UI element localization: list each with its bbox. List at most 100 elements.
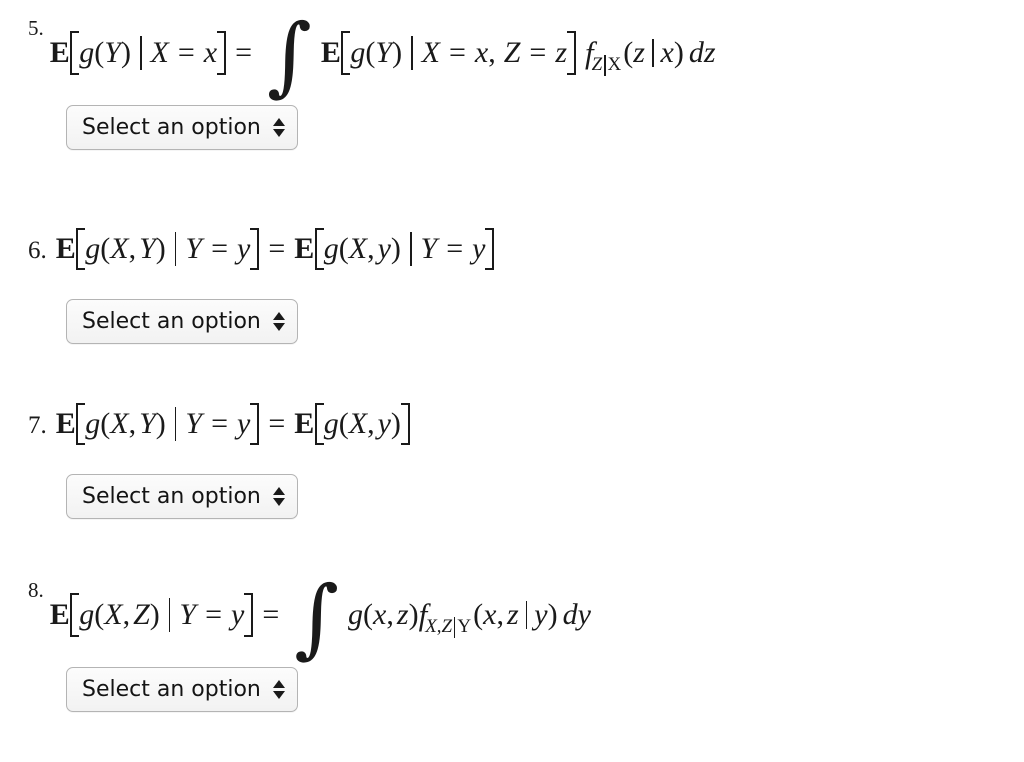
paren-open: (	[100, 407, 111, 440]
equals-sign-2: =	[446, 232, 464, 265]
equals-sign-3: =	[529, 35, 547, 69]
question-item-6: 6. E g ( X , Y ) Y = y = E g ( X , y) Y…	[0, 228, 1024, 344]
bracket-open	[76, 403, 86, 445]
comma-2: ,	[367, 407, 375, 440]
arg-paren-close: )	[673, 35, 684, 69]
paren-open: (	[94, 597, 105, 631]
comma: ,	[128, 232, 137, 265]
subscript-X: X	[607, 54, 622, 76]
expectation-symbol: E	[49, 597, 71, 631]
expectation-symbol: E	[55, 232, 77, 265]
function-g: g	[85, 232, 101, 265]
updown-spinner-icon[interactable]	[273, 680, 286, 700]
expectation-symbol: E	[55, 407, 77, 440]
variable-Z: Z	[503, 35, 521, 69]
bracket-close-2	[567, 30, 577, 75]
arg-paren-open: (	[473, 597, 484, 631]
subscript-Z: Z	[591, 54, 603, 76]
conditional-bar	[174, 407, 177, 441]
arg-x: x	[373, 597, 387, 631]
equals-sign-main: =	[262, 597, 280, 631]
conditional-bar	[168, 597, 171, 632]
arg-conditional-bar	[525, 600, 528, 629]
density-arg-comma: ,	[496, 597, 504, 631]
paren-open: (	[100, 232, 111, 265]
select-wrap-7: Select an option	[0, 474, 1024, 519]
function-g-2: g	[323, 232, 339, 265]
function-g-2: g	[323, 407, 339, 440]
arg-z: z	[396, 597, 409, 631]
density-function: f Z X	[585, 37, 623, 77]
paren-close-2: )	[390, 407, 401, 440]
density-arg-z: z	[506, 597, 519, 631]
expectation-symbol-2: E	[294, 232, 315, 265]
value-y: y	[230, 597, 245, 631]
page-root: { "page": { "background_color": "#ffffff…	[0, 0, 1024, 762]
condition-Y: Y	[185, 407, 203, 440]
select-option-8[interactable]: Select an option	[66, 667, 298, 713]
select-option-7[interactable]: Select an option	[66, 474, 298, 519]
variable-Y: Y	[139, 407, 156, 440]
subscript-bar	[604, 55, 606, 77]
select-label-7: Select an option	[82, 483, 261, 509]
density-subscript: Z X	[591, 54, 622, 77]
paren-open-2: (	[338, 232, 349, 265]
paren-close-2: )	[390, 232, 401, 265]
density-subscript: X , Z Y	[425, 616, 471, 639]
function-g: g	[79, 597, 95, 631]
comma-2: ,	[367, 232, 375, 265]
value-x: x	[203, 35, 218, 69]
select-label-6: Select an option	[82, 308, 261, 334]
paren-open-2: (	[363, 597, 374, 631]
select-label-8: Select an option	[82, 676, 261, 702]
value-y: y	[236, 407, 251, 440]
bracket-open	[70, 30, 80, 75]
formula-7: E g ( X , Y ) Y = y = E g ( X , y)	[56, 403, 410, 445]
variable-X: X	[110, 232, 129, 265]
select-option-5[interactable]: Select an option	[66, 105, 298, 151]
paren-close: )	[155, 407, 166, 440]
question-number-8: 8.	[28, 578, 44, 602]
bracket-close-2	[400, 403, 410, 445]
bracket-open-2	[341, 30, 351, 75]
equals-sign: =	[177, 35, 195, 69]
select-wrap-5: Select an option	[0, 105, 1024, 151]
variable-X: X	[150, 35, 169, 69]
conditional-bar-2	[409, 232, 412, 266]
question-number-6: 6.	[28, 237, 47, 264]
paren-open: (	[94, 35, 105, 69]
value-y-3: y	[472, 232, 486, 265]
formula-8: E g ( X , Z ) Y = y = ∫ g ( x , z ) f X …	[49, 575, 591, 662]
formula-row-6: 6. E g ( X , Y ) Y = y = E g ( X , y) Y…	[0, 228, 1024, 270]
bracket-open	[70, 592, 80, 637]
select-option-6[interactable]: Select an option	[66, 299, 298, 344]
variable-X: X	[104, 597, 123, 631]
value-y: y	[236, 232, 251, 265]
arg-paren-close: )	[547, 597, 558, 631]
function-g: g	[85, 407, 101, 440]
conditional-bar-2	[411, 35, 413, 70]
value-z: z	[555, 35, 568, 69]
arg-conditional-bar	[651, 38, 654, 67]
paren-close-2: )	[392, 35, 403, 69]
density-function: f X , Z Y	[419, 599, 474, 639]
density-arg-y: y	[534, 597, 548, 631]
bracket-open-2	[314, 228, 324, 270]
equals-sign: =	[211, 407, 228, 440]
updown-spinner-icon[interactable]	[273, 118, 286, 138]
variable-X: X	[110, 407, 129, 440]
comma-2: ,	[386, 597, 394, 631]
arg-z: z	[633, 35, 645, 69]
condition-Y: Y	[179, 597, 197, 631]
question-item-5: 5. E g ( Y ) X = x = ∫ E g ( Y ) X = x ,…	[0, 13, 1024, 151]
updown-spinner-icon[interactable]	[273, 487, 286, 506]
bracket-open-2	[314, 403, 324, 445]
function-g-2: g	[348, 597, 364, 631]
bracket-close	[217, 30, 227, 75]
formula-row-7: 7. E g ( X , Y ) Y = y = E g ( X , y)	[0, 403, 1024, 445]
conditional-bar	[139, 35, 142, 70]
select-wrap-6: Select an option	[0, 299, 1024, 344]
equals-sign-main: =	[268, 232, 286, 265]
updown-spinner-icon[interactable]	[273, 312, 286, 331]
question-item-7: 7. E g ( X , Y ) Y = y = E g ( X , y) S…	[0, 403, 1024, 519]
